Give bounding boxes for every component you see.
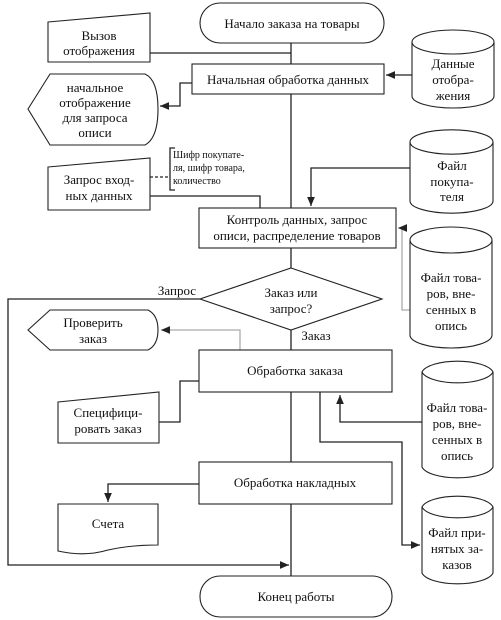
input-request-manual-input: Запрос вход- ных данных [47, 157, 151, 211]
request-branch-label: Запрос [158, 283, 196, 298]
display-data-cylinder: Данные отобра- жения [411, 29, 495, 109]
input-request-line-2: ных данных [66, 188, 133, 203]
accepted-orders-line-1: Файл при- [428, 525, 485, 540]
goods-file-cylinder-2: Файл това- ров, вне- сенных в опись [421, 360, 494, 479]
control-box: Контроль данных, запрос описи, распредел… [198, 207, 397, 249]
control-line-1: Контроль данных, запрос [227, 212, 368, 227]
initial-processing-label: Начальная обработка данных [207, 72, 370, 87]
order-branch-label: Заказ [301, 328, 330, 343]
goods-file-2-line-1: Файл това- [427, 400, 488, 415]
invoices-document: Счета [57, 503, 159, 555]
annotation-line-2: ля, шифр товара, [173, 163, 245, 174]
goods-file-1-line-1: Файл това- [421, 270, 482, 285]
check-order-line-2: заказ [79, 331, 107, 346]
initial-display-line-2: отображение [59, 95, 131, 110]
input-request-line-1: Запрос вход- [64, 172, 135, 187]
control-line-2: описи, распределение товаров [213, 228, 380, 243]
goods-file-1-line-3: сенных в [426, 302, 476, 317]
order-processing-box: Обработка заказа [198, 349, 393, 393]
customer-file-line-1: Файл [437, 158, 467, 173]
order-processing-label: Обработка заказа [247, 363, 343, 378]
annotation-line-3: количество [173, 176, 221, 187]
check-order-display: Проверить заказ [27, 309, 159, 351]
goods-file-cylinder-1: Файл това- ров, вне- сенных в опись [409, 226, 493, 349]
start-terminator: Начало заказа на товары [199, 2, 385, 44]
accepted-orders-line-2: нятых за- [431, 541, 483, 556]
specify-order-line-2: ровать заказ [74, 421, 141, 436]
check-order-line-1: Проверить [63, 315, 122, 330]
goods-file-2-line-2: ров, вне- [433, 416, 482, 431]
call-display-line-1: Вызов [81, 28, 116, 43]
flowchart: Начало заказа на товары Начальная обрабо… [7, 2, 495, 618]
initial-display-line-4: описи [78, 125, 111, 140]
customer-file-cylinder: Файл покупа- теля [409, 129, 494, 214]
specify-order-manual-input: Специфици- ровать заказ [57, 391, 160, 444]
accepted-orders-cylinder: Файл при- нятых за- казов [421, 495, 494, 585]
start-label: Начало заказа на товары [224, 16, 359, 31]
initial-display-shape: начальное отображение для запроса описи [27, 73, 159, 146]
end-terminator: Конец работы [199, 575, 393, 618]
goods-file-1-line-4: опись [435, 318, 467, 333]
customer-file-line-2: покупа- [430, 174, 473, 189]
invoice-processing-label: Обработка накладных [234, 475, 357, 490]
annotation-line-1: Шифр покупате- [173, 150, 244, 161]
annotation: Шифр покупате- ля, шифр товара, количест… [169, 147, 245, 191]
decision-diamond: Заказ или запрос? [198, 267, 384, 331]
goods-file-2-line-3: сенных в [432, 432, 482, 447]
accepted-orders-line-3: казов [442, 557, 472, 572]
initial-processing-box: Начальная обработка данных [191, 63, 385, 95]
call-display-manual-input: Вызов отображения [47, 12, 151, 63]
customer-file-line-3: теля [440, 189, 464, 204]
goods-file-1-line-2: ров, вне- [427, 286, 476, 301]
call-display-line-2: отображения [63, 43, 135, 58]
specify-order-line-1: Специфици- [74, 405, 143, 420]
decision-line-2: запрос? [270, 301, 313, 316]
display-data-line-3: жения [435, 88, 470, 103]
invoices-label: Счета [92, 516, 125, 531]
display-data-line-2: отобра- [432, 72, 474, 87]
end-label: Конец работы [257, 589, 334, 604]
decision-line-1: Заказ или [265, 285, 318, 300]
invoice-processing-box: Обработка накладных [198, 461, 393, 505]
goods-file-2-line-4: опись [441, 448, 473, 463]
initial-display-line-1: начальное [67, 80, 124, 95]
initial-display-line-3: для запроса [62, 110, 127, 125]
display-data-line-1: Данные [431, 56, 474, 71]
